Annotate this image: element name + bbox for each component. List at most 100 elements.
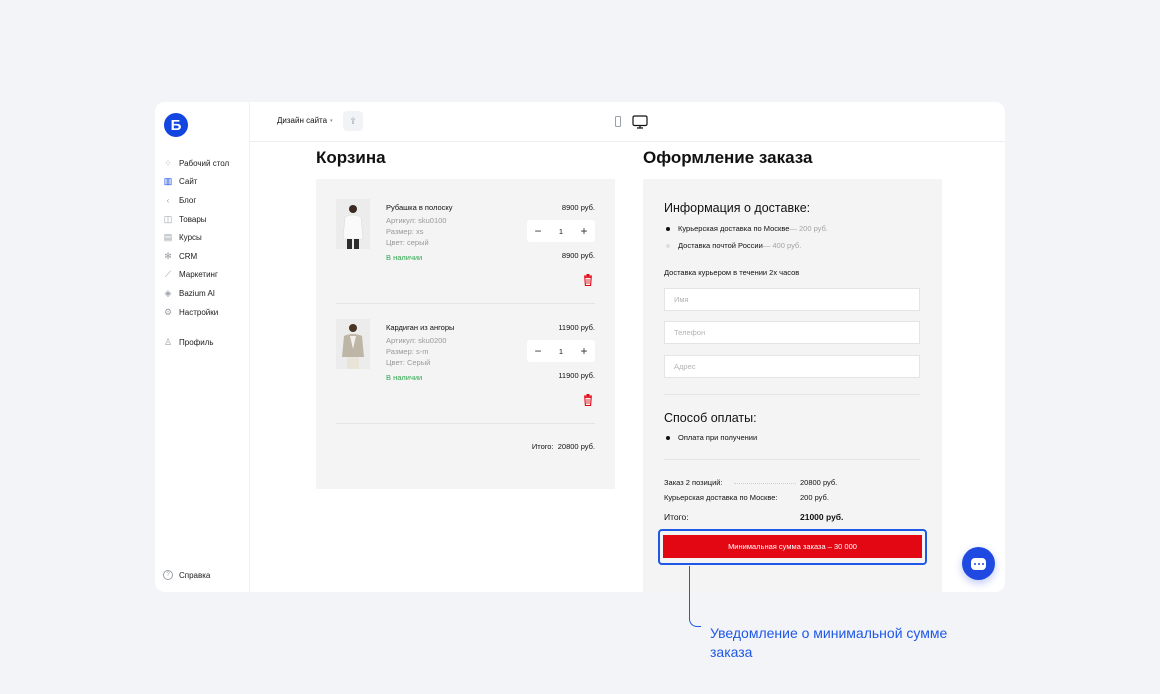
trash-icon[interactable] xyxy=(583,394,593,406)
delivery-option-label: Курьерская доставка по Москве xyxy=(678,224,790,233)
sidebar-item-products[interactable]: ◫ Товары xyxy=(163,210,249,229)
topbar: Дизайн сайта ▾ ⇪ xyxy=(250,102,1005,142)
increase-button[interactable]: + xyxy=(573,344,595,358)
product-image xyxy=(336,199,370,249)
share-button[interactable]: ⇪ xyxy=(343,111,363,131)
gear-icon: ⚙ xyxy=(163,306,173,317)
sidebar-item-courses[interactable]: ▤ Курсы xyxy=(163,228,249,247)
chevron-left-icon: ‹ xyxy=(166,195,170,205)
summary-value: 200 руб. xyxy=(800,493,829,502)
sidebar-item-label: CRM xyxy=(179,251,198,261)
dotted-leader xyxy=(734,483,796,484)
delivery-option-price: — 200 руб. xyxy=(789,224,828,233)
book-icon: ▤ xyxy=(163,232,173,243)
cart-title: Корзина xyxy=(316,148,386,167)
site-selector-label: Дизайн сайта xyxy=(277,116,328,125)
sidebar-item-label: Сайт xyxy=(179,177,198,187)
radio-dot xyxy=(666,243,670,248)
phone-field[interactable] xyxy=(664,321,920,344)
ai-icon: ◈ xyxy=(164,287,172,298)
summary-label: Курьерская доставка по Москве: xyxy=(664,493,778,502)
sidebar-item-profile[interactable]: ♙ Профиль xyxy=(163,333,249,352)
mobile-view-icon[interactable] xyxy=(615,116,621,127)
sidebar-item-marketing[interactable]: ⟋ Маркетинг xyxy=(163,266,249,285)
product-size: Размер: s-m xyxy=(386,347,429,356)
payment-heading: Способ оплаты: xyxy=(664,411,757,425)
user-icon: ♙ xyxy=(163,337,173,348)
delivery-option-label: Доставка почтой России xyxy=(678,241,763,250)
sidebar-item-label: Настройки xyxy=(179,307,219,317)
sidebar-item-label: Справка xyxy=(179,570,211,580)
product-color: Цвет: серый xyxy=(386,238,429,247)
sidebar-item-label: Bazium AI xyxy=(179,288,216,298)
sidebar: Б ⁘ Рабочий стол ▥ Сайт ‹ Блог ◫ Товары … xyxy=(155,102,250,592)
share-icon: ⇪ xyxy=(349,115,357,126)
address-field[interactable] xyxy=(664,355,920,378)
quantity-stepper: − 1 + xyxy=(527,340,595,362)
delivery-option-price: — 400 руб. xyxy=(762,241,802,250)
chart-icon: ⟋ xyxy=(164,269,172,280)
annotation-label: Уведомление о минимальной сумме заказа xyxy=(710,625,948,660)
help-icon: ? xyxy=(163,570,173,580)
chat-icon xyxy=(971,557,986,570)
snowflake-icon: ✻ xyxy=(164,250,172,261)
quantity-value: 1 xyxy=(558,226,564,236)
product-size: Размер: xs xyxy=(386,227,424,236)
delivery-option-courier[interactable]: Курьерская доставка по Москве — 200 руб. xyxy=(664,224,828,233)
summary-label: Заказ 2 позиций: xyxy=(664,478,723,487)
sidebar-item-label: Профиль xyxy=(179,338,214,348)
sidebar-item-desktop[interactable]: ⁘ Рабочий стол xyxy=(163,154,249,173)
product-image xyxy=(336,319,370,369)
product-name[interactable]: Рубашка в полоску xyxy=(386,203,452,212)
product-article: Артикул: sku0200 xyxy=(386,336,447,345)
decrease-button[interactable]: − xyxy=(527,344,549,358)
product-price: 8900 руб. xyxy=(561,203,595,212)
trash-icon[interactable] xyxy=(583,274,593,286)
sidebar-item-label: Товары xyxy=(179,214,207,224)
stock-status: В наличии xyxy=(386,253,423,262)
checkout-divider xyxy=(664,459,920,460)
stock-status: В наличии xyxy=(386,373,423,382)
product-subtotal: 11900 руб. xyxy=(558,371,595,380)
cart-total-value: 20800 руб. xyxy=(557,442,595,451)
sidebar-item-settings[interactable]: ⚙ Настройки xyxy=(163,303,249,322)
payment-option-label: Оплата при получении xyxy=(678,433,758,442)
product-subtotal: 8900 руб. xyxy=(561,251,595,260)
site-selector[interactable]: Дизайн сайта ▾ xyxy=(277,116,333,125)
delivery-option-post[interactable]: Доставка почтой России — 400 руб. xyxy=(664,241,801,250)
sidebar-item-bazium-ai[interactable]: ◈ Bazium AI xyxy=(163,284,249,303)
chevron-down-icon: ▾ xyxy=(330,117,333,124)
increase-button[interactable]: + xyxy=(573,224,595,238)
grid-icon: ⁘ xyxy=(164,157,172,168)
sidebar-item-crm[interactable]: ✻ CRM xyxy=(163,247,249,266)
quantity-stepper: − 1 + xyxy=(527,220,595,242)
cart-total: Итого: 20800 руб. xyxy=(532,442,595,451)
sidebar-item-label: Курсы xyxy=(179,233,202,243)
radio-dot xyxy=(666,435,670,440)
payment-option[interactable]: Оплата при получении xyxy=(664,433,757,442)
cart-item: Рубашка в полоску Артикул: sku0100 Разме… xyxy=(336,199,595,319)
desktop-view-icon[interactable] xyxy=(632,114,648,130)
cart-divider xyxy=(336,303,595,304)
sidebar-item-blog[interactable]: ‹ Блог xyxy=(163,191,249,210)
summary-label: Итого: xyxy=(664,512,689,522)
sidebar-item-label: Рабочий стол xyxy=(179,158,230,168)
app-window: Б ⁘ Рабочий стол ▥ Сайт ‹ Блог ◫ Товары … xyxy=(155,102,1005,592)
radio-dot xyxy=(666,226,670,231)
delivery-heading: Информация о доставке: xyxy=(664,201,811,215)
chat-button[interactable] xyxy=(962,547,995,580)
sidebar-item-help[interactable]: ? Справка xyxy=(163,570,210,580)
sidebar-item-label: Маркетинг xyxy=(179,270,218,280)
decrease-button[interactable]: − xyxy=(527,224,549,238)
product-name[interactable]: Кардиган из ангоры xyxy=(386,323,454,332)
bag-icon: ◫ xyxy=(163,213,173,224)
cart-divider xyxy=(336,423,595,424)
sidebar-item-site[interactable]: ▥ Сайт xyxy=(163,173,249,192)
brand-logo[interactable]: Б xyxy=(164,113,188,137)
product-price: 11900 руб. xyxy=(558,323,595,332)
sidebar-item-label: Блог xyxy=(179,195,197,205)
name-field[interactable] xyxy=(664,288,920,311)
min-order-button[interactable]: Минимальная сумма заказа – 30 000 xyxy=(663,535,922,558)
summary-value: 21000 руб. xyxy=(800,512,844,522)
